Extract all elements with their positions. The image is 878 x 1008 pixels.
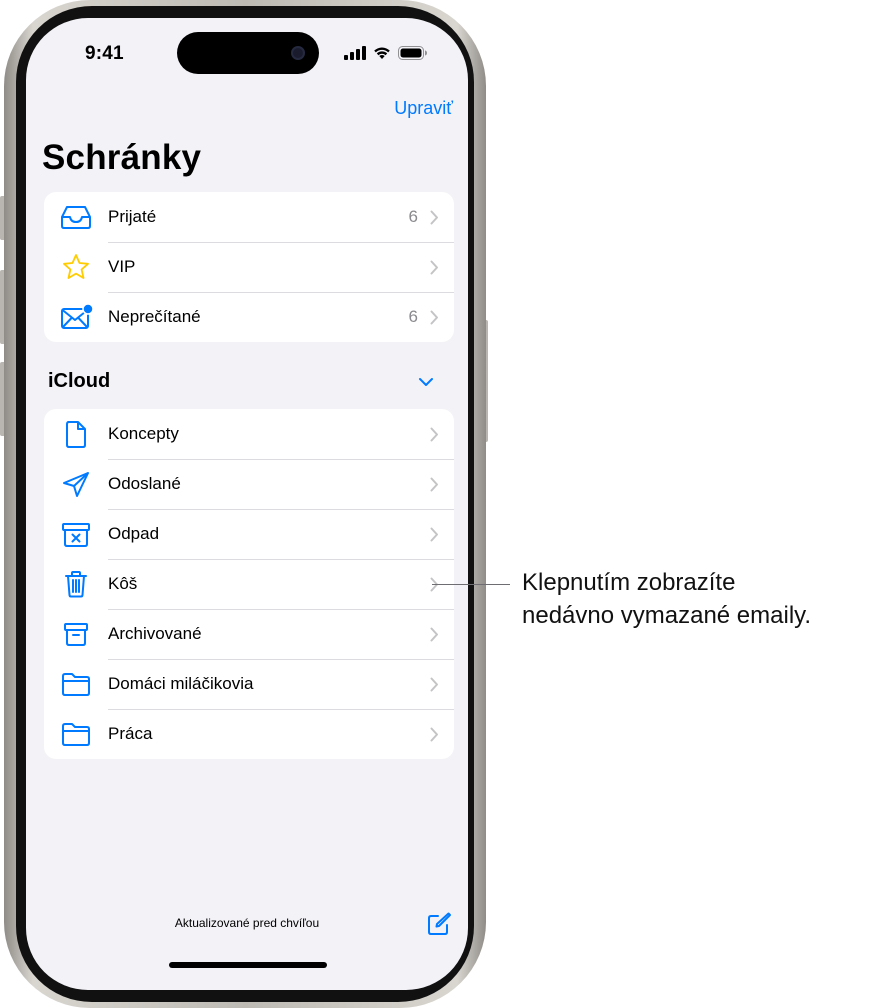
callout-line [432,584,510,585]
callout-line-2: nedávno vymazané emaily. [522,602,812,629]
folder-row-pets[interactable]: Domáci miláčikovia [44,659,454,709]
phone-frame: 9:41 Upraviť Schránky Prijaté 6 VIP Nepr… [4,0,486,1008]
mailbox-row-inbox[interactable]: Prijaté 6 [44,192,454,242]
wifi-icon [374,47,390,59]
unread-count: 6 [408,207,418,226]
folder-label: Koncepty [108,424,179,443]
chevron-right-icon [430,527,454,542]
chevron-down-icon[interactable] [418,374,434,392]
compose-icon[interactable] [426,911,452,942]
paper-plane-icon [44,459,108,509]
folder-row-drafts[interactable]: Koncepty [44,409,454,459]
cellular-signal-icon [344,45,366,60]
callout-text: Klepnutím zobrazíte nedávno vymazané ema… [522,566,811,632]
junk-box-icon [44,509,108,559]
unread-count: 6 [408,307,418,326]
callout-line-1: Klepnutím zobrazíte [522,569,736,596]
mailbox-row-vip[interactable]: VIP [44,242,454,292]
folder-icon [44,709,108,759]
chevron-right-icon [430,210,454,225]
folder-label: Práca [108,724,153,743]
folder-row-archive[interactable]: Archivované [44,609,454,659]
status-icons [344,45,428,60]
mailbox-label: Neprečítané [108,307,201,326]
page-title: Schránky [42,138,202,177]
chevron-right-icon [430,260,454,275]
mailboxes-group: Prijaté 6 VIP Neprečítané 6 [44,192,454,342]
archive-box-icon [44,609,108,659]
folder-row-sent[interactable]: Odoslané [44,459,454,509]
chevron-right-icon [430,427,454,442]
icloud-section-header: iCloud [48,370,111,392]
folder-row-junk[interactable]: Odpad [44,509,454,559]
chevron-right-icon [430,477,454,492]
folder-label: Odoslané [108,474,181,493]
chevron-right-icon [430,310,454,325]
battery-icon [398,45,427,60]
chevron-right-icon [430,727,454,742]
update-status-text: Aktualizované pred chvíľou [174,916,320,930]
edit-button[interactable]: Upraviť [394,98,453,119]
dynamic-island [177,32,319,74]
star-icon [44,242,108,292]
mailbox-label: Prijaté [108,207,157,226]
folder-label: Domáci miláčikovia [108,674,254,693]
folder-label: Archivované [108,624,202,643]
folder-label: Kôš [108,574,138,593]
folder-row-trash[interactable]: Kôš [44,559,454,609]
inbox-tray-icon [44,192,108,242]
folder-icon [44,659,108,709]
folder-label: Odpad [108,524,160,543]
mailbox-row-unread[interactable]: Neprečítané 6 [44,292,454,342]
draft-document-icon [44,409,108,459]
trash-icon [44,559,108,609]
chevron-right-icon [430,677,454,692]
home-indicator[interactable] [169,962,327,968]
camera-icon [291,46,305,60]
folder-row-work[interactable]: Práca [44,709,454,759]
chevron-right-icon [430,627,454,642]
mailbox-label: VIP [108,257,136,276]
status-time: 9:41 [85,43,124,64]
icloud-folders-group: Koncepty Odoslané Odpad Kôš Archivované … [44,409,454,759]
mail-mailboxes-screen: 9:41 Upraviť Schránky Prijaté 6 VIP Nepr… [26,18,468,990]
unread-envelope-icon [44,292,108,342]
